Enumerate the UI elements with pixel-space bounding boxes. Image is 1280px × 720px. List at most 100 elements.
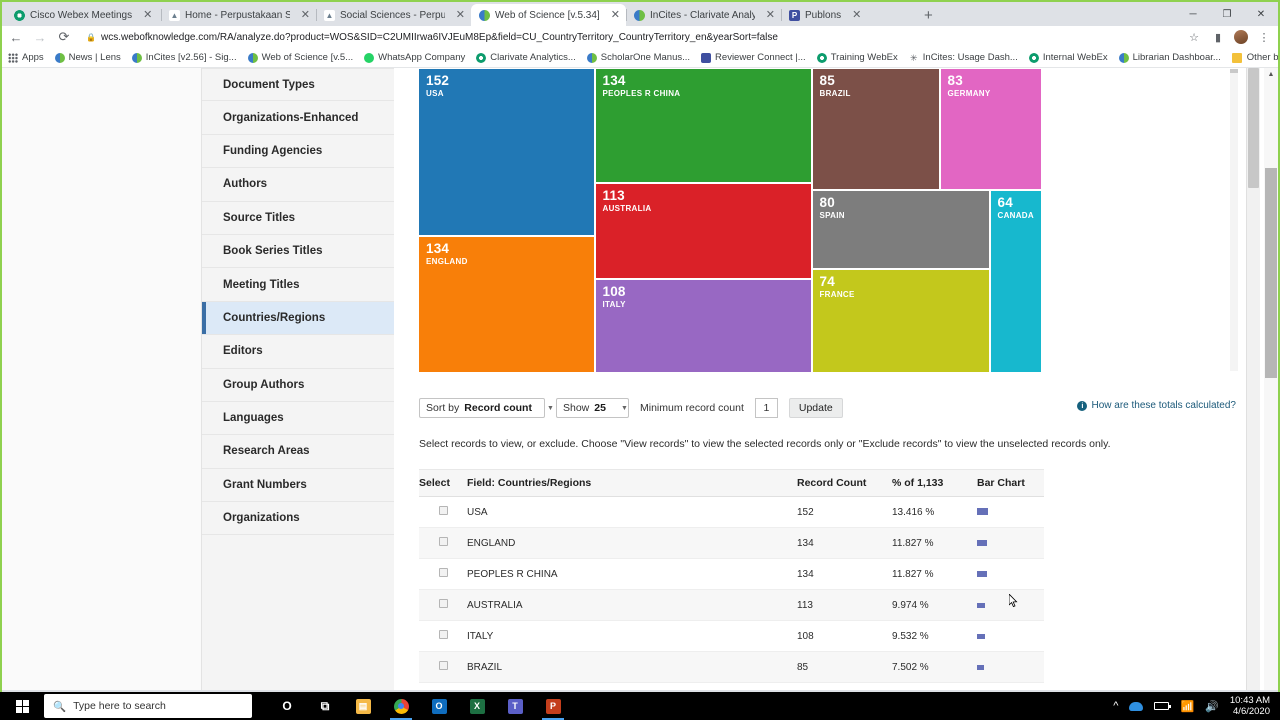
forward-button[interactable]: → xyxy=(32,30,48,45)
tray-chevron-icon[interactable]: ^ xyxy=(1113,700,1118,712)
sidebar-item-meeting-titles[interactable]: Meeting Titles xyxy=(202,268,394,301)
browser-tab[interactable]: InCites - Clarivate Analytics ✕ xyxy=(626,4,781,26)
table-row[interactable]: ENGLAND13411.827 % xyxy=(419,528,1044,559)
how-totals-calculated-link[interactable]: i How are these totals calculated? xyxy=(1077,400,1236,411)
table-row[interactable]: AUSTRALIA1139.974 % xyxy=(419,590,1044,621)
row-select-cell[interactable] xyxy=(419,559,467,590)
row-checkbox[interactable] xyxy=(439,630,448,639)
bookmark-item[interactable]: Librarian Dashboar... xyxy=(1119,52,1221,63)
row-select-cell[interactable] xyxy=(419,590,467,621)
taskbar-clock[interactable]: 10:43 AM 4/6/2020 xyxy=(1230,695,1270,717)
sort-by-select[interactable]: Sort by Record count ▼ xyxy=(419,398,545,418)
maximize-button[interactable]: ❐ xyxy=(1210,2,1244,26)
bookmark-item[interactable]: Training WebEx xyxy=(817,52,898,63)
row-checkbox[interactable] xyxy=(439,537,448,546)
start-button[interactable] xyxy=(0,692,44,720)
row-select-cell[interactable] xyxy=(419,497,467,528)
sidebar-item-research-areas[interactable]: Research Areas xyxy=(202,435,394,468)
address-bar[interactable]: 🔒 wcs.webofknowledge.com/RA/analyze.do?p… xyxy=(80,29,1178,45)
extension-icon[interactable]: ▮ xyxy=(1210,31,1226,44)
minimum-record-count-input[interactable]: 1 xyxy=(755,398,778,418)
page-scrollbar-vertical[interactable] xyxy=(1246,68,1260,690)
row-select-cell[interactable] xyxy=(419,683,467,691)
bookmark-item[interactable]: Reviewer Connect |... xyxy=(701,52,806,63)
tab-close-icon[interactable]: ✕ xyxy=(301,10,310,21)
browser-tab[interactable]: P Publons ✕ xyxy=(781,4,916,26)
tab-close-icon[interactable]: ✕ xyxy=(852,10,861,21)
tab-close-icon[interactable]: ✕ xyxy=(611,10,620,21)
row-checkbox[interactable] xyxy=(439,599,448,608)
sidebar-item-grant-numbers[interactable]: Grant Numbers xyxy=(202,469,394,502)
speaker-icon[interactable]: 🔊 xyxy=(1205,700,1219,713)
new-tab-button[interactable]: + xyxy=(916,7,941,26)
taskbar-search-input[interactable]: 🔍 Type here to search xyxy=(44,694,252,718)
row-checkbox[interactable] xyxy=(439,568,448,577)
reload-button[interactable]: ⟳ xyxy=(56,29,72,45)
other-bookmarks[interactable]: Other bookmarks xyxy=(1232,52,1280,63)
chrome-menu-icon[interactable]: ⋮ xyxy=(1256,31,1272,44)
file-explorer-icon[interactable]: ▤ xyxy=(344,692,382,720)
teams-icon[interactable]: T xyxy=(496,692,534,720)
bookmark-star-icon[interactable]: ☆ xyxy=(1186,31,1202,44)
bookmark-item[interactable]: ScholarOne Manus... xyxy=(587,52,690,63)
scroll-up-icon[interactable]: ▲ xyxy=(1264,68,1278,82)
table-row[interactable]: BRAZIL857.502 % xyxy=(419,652,1044,683)
bookmark-item[interactable]: InCites [v2.56] - Sig... xyxy=(132,52,237,63)
bookmark-item[interactable]: News | Lens xyxy=(55,52,121,63)
sidebar-item-group-authors[interactable]: Group Authors xyxy=(202,369,394,402)
treemap-tile[interactable]: 113AUSTRALIA xyxy=(596,184,811,278)
row-checkbox[interactable] xyxy=(439,506,448,515)
tab-close-icon[interactable]: ✕ xyxy=(456,10,465,21)
browser-scrollbar[interactable]: ▲ xyxy=(1264,68,1278,690)
browser-tab[interactable]: Social Sciences - Perpustakaan S ✕ xyxy=(316,4,471,26)
battery-icon[interactable] xyxy=(1154,702,1169,710)
treemap-tile[interactable]: 85BRAZIL xyxy=(813,69,939,189)
table-row[interactable]: USA15213.416 % xyxy=(419,497,1044,528)
row-select-cell[interactable] xyxy=(419,528,467,559)
treemap-tile[interactable]: 74FRANCE xyxy=(813,270,989,372)
tab-close-icon[interactable]: ✕ xyxy=(143,10,152,21)
tab-close-icon[interactable]: ✕ xyxy=(766,10,775,21)
sidebar-item-organizations-enhanced[interactable]: Organizations-Enhanced xyxy=(202,101,394,134)
table-row[interactable]: PEOPLES R CHINA13411.827 % xyxy=(419,559,1044,590)
treemap-tile[interactable]: 152USA xyxy=(419,69,594,235)
minimize-button[interactable]: ─ xyxy=(1176,2,1210,26)
bookmark-item[interactable]: InCites: Usage Dash... xyxy=(909,52,1018,63)
show-count-select[interactable]: Show 25 ▼ xyxy=(556,398,629,418)
task-view-icon[interactable]: ⧉ xyxy=(306,692,344,720)
back-button[interactable]: ← xyxy=(8,30,24,45)
table-row[interactable]: ITALY1089.532 % xyxy=(419,621,1044,652)
chrome-icon[interactable] xyxy=(382,692,420,720)
row-select-cell[interactable] xyxy=(419,621,467,652)
cortana-icon[interactable]: O xyxy=(268,692,306,720)
treemap-tile[interactable]: 134PEOPLES R CHINA xyxy=(596,69,811,182)
bookmark-item[interactable]: Clarivate Analytics... xyxy=(476,52,576,63)
sidebar-item-book-series-titles[interactable]: Book Series Titles xyxy=(202,235,394,268)
browser-scrollbar-thumb[interactable] xyxy=(1265,168,1277,378)
bookmark-item[interactable]: Internal WebEx xyxy=(1029,52,1108,63)
sidebar-item-organizations[interactable]: Organizations xyxy=(202,502,394,535)
treemap-tile[interactable]: 108ITALY xyxy=(596,280,811,372)
sidebar-item-authors[interactable]: Authors xyxy=(202,168,394,201)
wifi-icon[interactable]: 📶 xyxy=(1180,700,1194,713)
row-select-cell[interactable] xyxy=(419,652,467,683)
outlook-icon[interactable]: O xyxy=(420,692,458,720)
bookmark-apps[interactable]: Apps xyxy=(8,52,44,63)
update-button[interactable]: Update xyxy=(789,398,843,418)
close-window-button[interactable]: ✕ xyxy=(1244,2,1278,26)
sidebar-item-editors[interactable]: Editors xyxy=(202,335,394,368)
treemap-tile[interactable]: 64CANADA xyxy=(991,191,1042,372)
row-checkbox[interactable] xyxy=(439,661,448,670)
sidebar-item-funding-agencies[interactable]: Funding Agencies xyxy=(202,135,394,168)
bookmark-item[interactable]: Web of Science [v.5... xyxy=(248,52,354,63)
browser-tab[interactable]: Cisco Webex Meetings ✕ xyxy=(6,4,161,26)
treemap-tile[interactable]: 80SPAIN xyxy=(813,191,989,268)
powerpoint-icon[interactable]: P xyxy=(534,692,572,720)
bookmark-item[interactable]: WhatsApp Company xyxy=(364,52,465,63)
browser-tab-active[interactable]: Web of Science [v.5.34] - Web of ✕ xyxy=(471,4,626,26)
excel-icon[interactable]: X xyxy=(458,692,496,720)
browser-tab[interactable]: Home - Perpustakaan Sultanah N ✕ xyxy=(161,4,316,26)
sidebar-item-countries-regions[interactable]: Countries/Regions xyxy=(202,302,394,335)
treemap-scrollbar-thumb[interactable] xyxy=(1230,69,1238,73)
countries-treemap-chart[interactable]: 152USA134ENGLAND134PEOPLES R CHINA113AUS… xyxy=(419,69,1041,372)
